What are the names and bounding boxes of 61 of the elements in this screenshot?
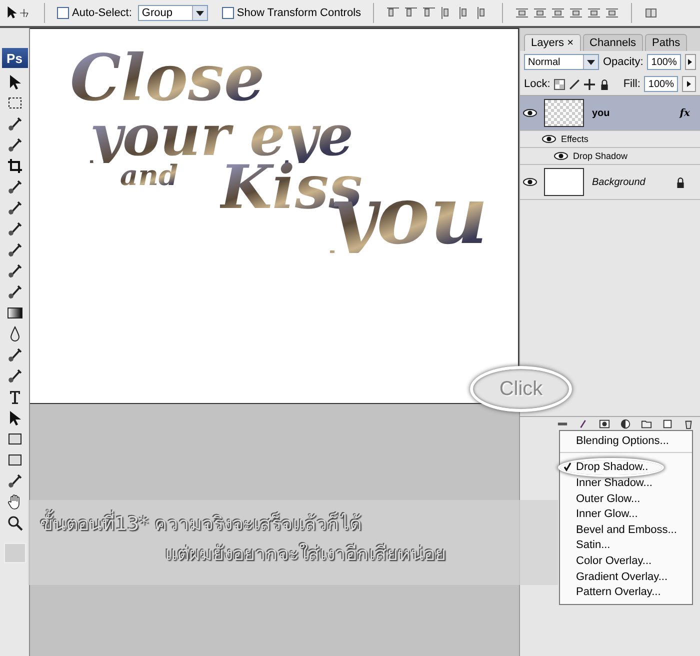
layer-name: Background (592, 176, 646, 188)
move-cross-icon[interactable] (584, 78, 596, 90)
layer-thumbnail (544, 168, 584, 196)
app-logo: Ps (2, 48, 28, 68)
lock-label: Lock: (524, 78, 550, 90)
distribute-icon[interactable] (587, 6, 602, 20)
fill-field[interactable]: 100% (644, 76, 678, 92)
half-circle-icon[interactable] (620, 419, 631, 429)
menu-item[interactable]: Satin... (560, 538, 692, 554)
menu-item[interactable]: Inner Glow... (560, 506, 692, 522)
layer-name: you (592, 108, 611, 118)
crop-icon[interactable] (6, 157, 24, 175)
fill-arrow-button[interactable] (682, 76, 696, 92)
layer-row[interactable]: Background (520, 165, 700, 200)
opacity-label: Opacity: (602, 56, 644, 68)
panel-tab[interactable]: Layers × (524, 34, 581, 51)
distribute-icon[interactable] (605, 6, 620, 20)
blend-mode-dropdown[interactable]: Normal (524, 54, 599, 70)
distribute-icon[interactable] (569, 6, 584, 20)
fill-label: Fill: (623, 78, 640, 90)
panel-tab[interactable]: Paths (645, 34, 688, 51)
eye-icon[interactable] (542, 135, 556, 143)
panel-tab[interactable]: Channels (582, 34, 644, 51)
dropdown-arrow-icon (586, 60, 595, 64)
color-swatch[interactable] (4, 543, 26, 563)
effects-label: fx (680, 108, 690, 118)
menu-item[interactable]: Drop Shadow.. (560, 460, 662, 476)
checkerboard-icon[interactable] (554, 78, 566, 90)
distribute-icon[interactable] (551, 6, 566, 20)
distribute-icon[interactable] (515, 6, 530, 20)
right-triangle-icon (688, 59, 692, 65)
transform-controls-label: Show Transform Controls (236, 7, 362, 19)
layer-thumbnail (544, 99, 584, 127)
dropdown-arrow-icon (196, 10, 204, 16)
caption-text: แต่ผมยังอยากจะใส่เงาอีกเสียหน่อย (165, 541, 446, 567)
checkbox[interactable] (222, 7, 234, 19)
magnifier-icon[interactable] (6, 514, 24, 532)
eye-icon[interactable] (554, 152, 568, 160)
auto-align-icon[interactable] (644, 6, 658, 20)
padlock-icon[interactable] (599, 78, 610, 90)
opacity-field[interactable]: 100% (647, 54, 681, 70)
checkbox[interactable] (57, 7, 69, 19)
caption-text: ขั้นตอนที่13* ความจริงจะเสร็จแล้วก็ได้ (40, 508, 362, 538)
effect-name: Drop Shadow (573, 151, 628, 161)
eye-icon[interactable] (523, 109, 537, 117)
menu-item[interactable]: Inner Shadow... (560, 475, 692, 491)
right-triangle-icon (687, 81, 691, 87)
menu-item[interactable]: Outer Glow... (560, 490, 692, 506)
new-page-icon[interactable] (662, 419, 673, 429)
menu-item[interactable]: Color Overlay... (560, 553, 692, 569)
menu-item[interactable]: Gradient Overlay... (560, 568, 692, 584)
menu-item[interactable]: Bevel and Emboss... (560, 522, 692, 538)
auto-select-label: Auto-Select: (72, 7, 132, 19)
layer-row[interactable]: you fx (520, 96, 700, 131)
eye-icon[interactable] (523, 178, 537, 186)
opacity-arrow-button[interactable] (684, 54, 696, 70)
mask-icon[interactable] (599, 419, 610, 429)
auto-select-dropdown[interactable]: Group (138, 5, 208, 21)
distribute-icon[interactable] (533, 6, 548, 20)
effects-label: Effects (561, 134, 588, 144)
menu-item[interactable]: Pattern Overlay... (560, 584, 692, 600)
